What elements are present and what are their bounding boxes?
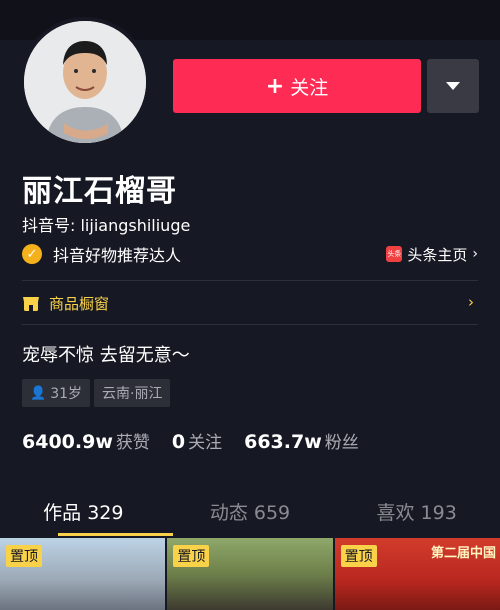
follow-button[interactable]: + 关注 — [173, 59, 421, 113]
pinned-badge: 置顶 — [173, 545, 210, 567]
age-tag: 👤 31岁 — [22, 379, 91, 407]
video-thumbnail[interactable]: 置顶 — [167, 538, 333, 610]
active-tab-indicator — [58, 533, 173, 536]
likes-count: 6400.9w — [22, 431, 113, 453]
location-tag-label: 云南·丽江 — [102, 386, 163, 402]
plus-icon: + — [265, 73, 285, 99]
bio: 宠辱不惊 去留无意～ — [22, 345, 190, 366]
nickname: 丽江石榴哥 — [22, 174, 177, 209]
shop-window-link[interactable]: 商品橱窗 › — [22, 290, 478, 316]
divider — [22, 280, 478, 281]
chevron-right-icon: › — [468, 293, 474, 311]
avatar[interactable] — [20, 17, 150, 147]
chevron-right-icon: › — [472, 246, 478, 262]
stats-row: 6400.9w 获赞 0 关注 663.7w 粉丝 — [22, 428, 381, 453]
douyin-id: 抖音号: lijiangshiliuge — [22, 216, 191, 235]
tab-likes[interactable]: 喜欢 193 — [333, 492, 500, 536]
video-thumbnail[interactable]: 置顶 第二届中国 — [334, 538, 500, 610]
location-tag: 云南·丽江 — [94, 379, 171, 407]
age-tag-label: 31岁 — [50, 386, 83, 402]
video-grid: 置顶 置顶 置顶 第二届中国 — [0, 538, 500, 610]
avatar-photo — [24, 21, 146, 143]
check-badge-icon: ✓ — [22, 244, 42, 264]
shop-window-label: 商品橱窗 — [49, 294, 110, 313]
pinned-badge: 置顶 — [6, 545, 42, 567]
pinned-badge: 置顶 — [340, 545, 377, 567]
verified-badge-row: ✓ 抖音好物推荐达人 — [22, 242, 181, 266]
tab-works[interactable]: 作品 329 — [0, 492, 167, 536]
shop-icon — [23, 297, 39, 311]
toutiao-label: 头条主页 — [407, 245, 468, 264]
toutiao-homepage-link[interactable]: 头条 头条主页 › — [386, 243, 478, 265]
divider — [22, 324, 478, 325]
likes-label: 获赞 — [115, 433, 150, 453]
profile-tabs: 作品 329 动态 659 喜欢 193 — [0, 492, 500, 536]
tab-updates[interactable]: 动态 659 — [167, 492, 334, 536]
thumbnail-banner-text: 第二届中国 — [430, 546, 496, 561]
more-options-button[interactable] — [427, 59, 479, 113]
person-icon: 👤 — [30, 385, 47, 401]
follow-button-label: 关注 — [290, 76, 329, 99]
video-thumbnail[interactable]: 置顶 — [0, 538, 166, 610]
following-count[interactable]: 0 — [172, 431, 185, 453]
dropdown-triangle-icon — [446, 82, 460, 90]
followers-count[interactable]: 663.7w — [244, 431, 322, 453]
following-label[interactable]: 关注 — [188, 428, 222, 453]
toutiao-logo-icon: 头条 — [386, 246, 403, 262]
followers-label[interactable]: 粉丝 — [325, 428, 359, 453]
verified-label: 抖音好物推荐达人 — [53, 246, 182, 265]
